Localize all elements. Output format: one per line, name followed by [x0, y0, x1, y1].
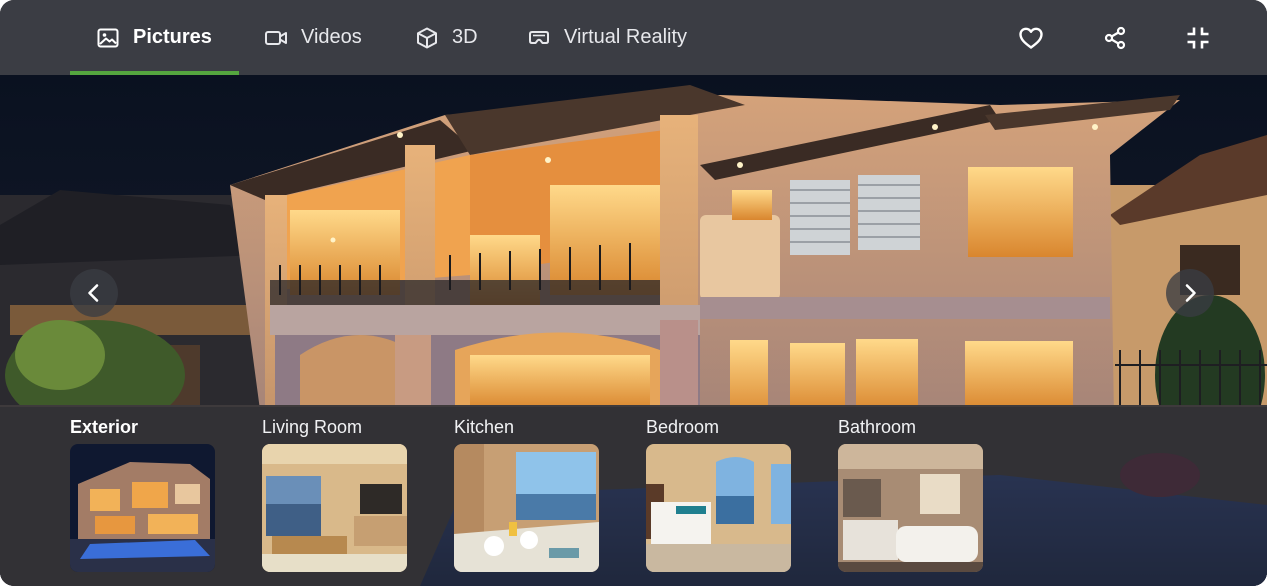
thumbnail-image — [838, 444, 983, 572]
tab-virtual-reality[interactable]: Virtual Reality — [527, 0, 687, 75]
tab-3d[interactable]: 3D — [415, 0, 478, 75]
cube-icon — [417, 27, 437, 48]
tab-label: Pictures — [133, 26, 212, 48]
tab-label: 3D — [452, 26, 478, 48]
next-photo-button[interactable] — [1166, 269, 1214, 317]
share-icon — [1104, 26, 1126, 50]
thumbnail-kitchen[interactable]: Kitchen — [454, 416, 614, 572]
thumbnail-exterior[interactable]: Exterior — [70, 416, 230, 572]
media-viewer: Pictures Videos 3D Virtual Reality Exter… — [0, 0, 1267, 586]
thumbnail-label: Living Room — [262, 417, 363, 437]
thumbnail-label: Exterior — [70, 417, 139, 437]
thumbnail-strip: Exterior Living Room Kitchen Bedroom Bat… — [0, 407, 1267, 586]
thumbnail-image — [646, 444, 791, 572]
thumbnail-image — [454, 444, 599, 572]
active-tab-indicator — [70, 71, 239, 75]
media-tab-bar: Pictures Videos 3D Virtual Reality — [0, 0, 1267, 75]
exit-fullscreen-button[interactable] — [1181, 21, 1215, 55]
tab-pictures[interactable]: Pictures — [70, 0, 239, 75]
collapse-icon — [1187, 27, 1209, 49]
chevron-right-icon — [1185, 284, 1196, 302]
video-camera-icon — [265, 30, 287, 45]
share-button[interactable] — [1098, 21, 1132, 55]
thumbnail-image — [70, 444, 215, 572]
favorite-button[interactable] — [1014, 21, 1048, 55]
thumbnail-bathroom[interactable]: Bathroom — [838, 416, 998, 572]
heart-icon — [1019, 27, 1043, 49]
image-icon — [97, 28, 119, 47]
chevron-left-icon — [88, 284, 99, 302]
thumbnail-bedroom[interactable]: Bedroom — [646, 416, 806, 572]
tab-videos[interactable]: Videos — [264, 0, 362, 75]
vr-headset-icon — [529, 30, 549, 44]
tab-label: Videos — [301, 26, 362, 48]
thumbnail-image — [262, 444, 407, 572]
tab-label: Virtual Reality — [564, 26, 688, 48]
thumbnail-label: Bathroom — [838, 417, 917, 437]
thumbnail-label: Bedroom — [646, 417, 720, 437]
previous-photo-button[interactable] — [70, 269, 118, 317]
thumbnail-living-room[interactable]: Living Room — [262, 416, 422, 572]
thumbnail-label: Kitchen — [454, 417, 515, 437]
